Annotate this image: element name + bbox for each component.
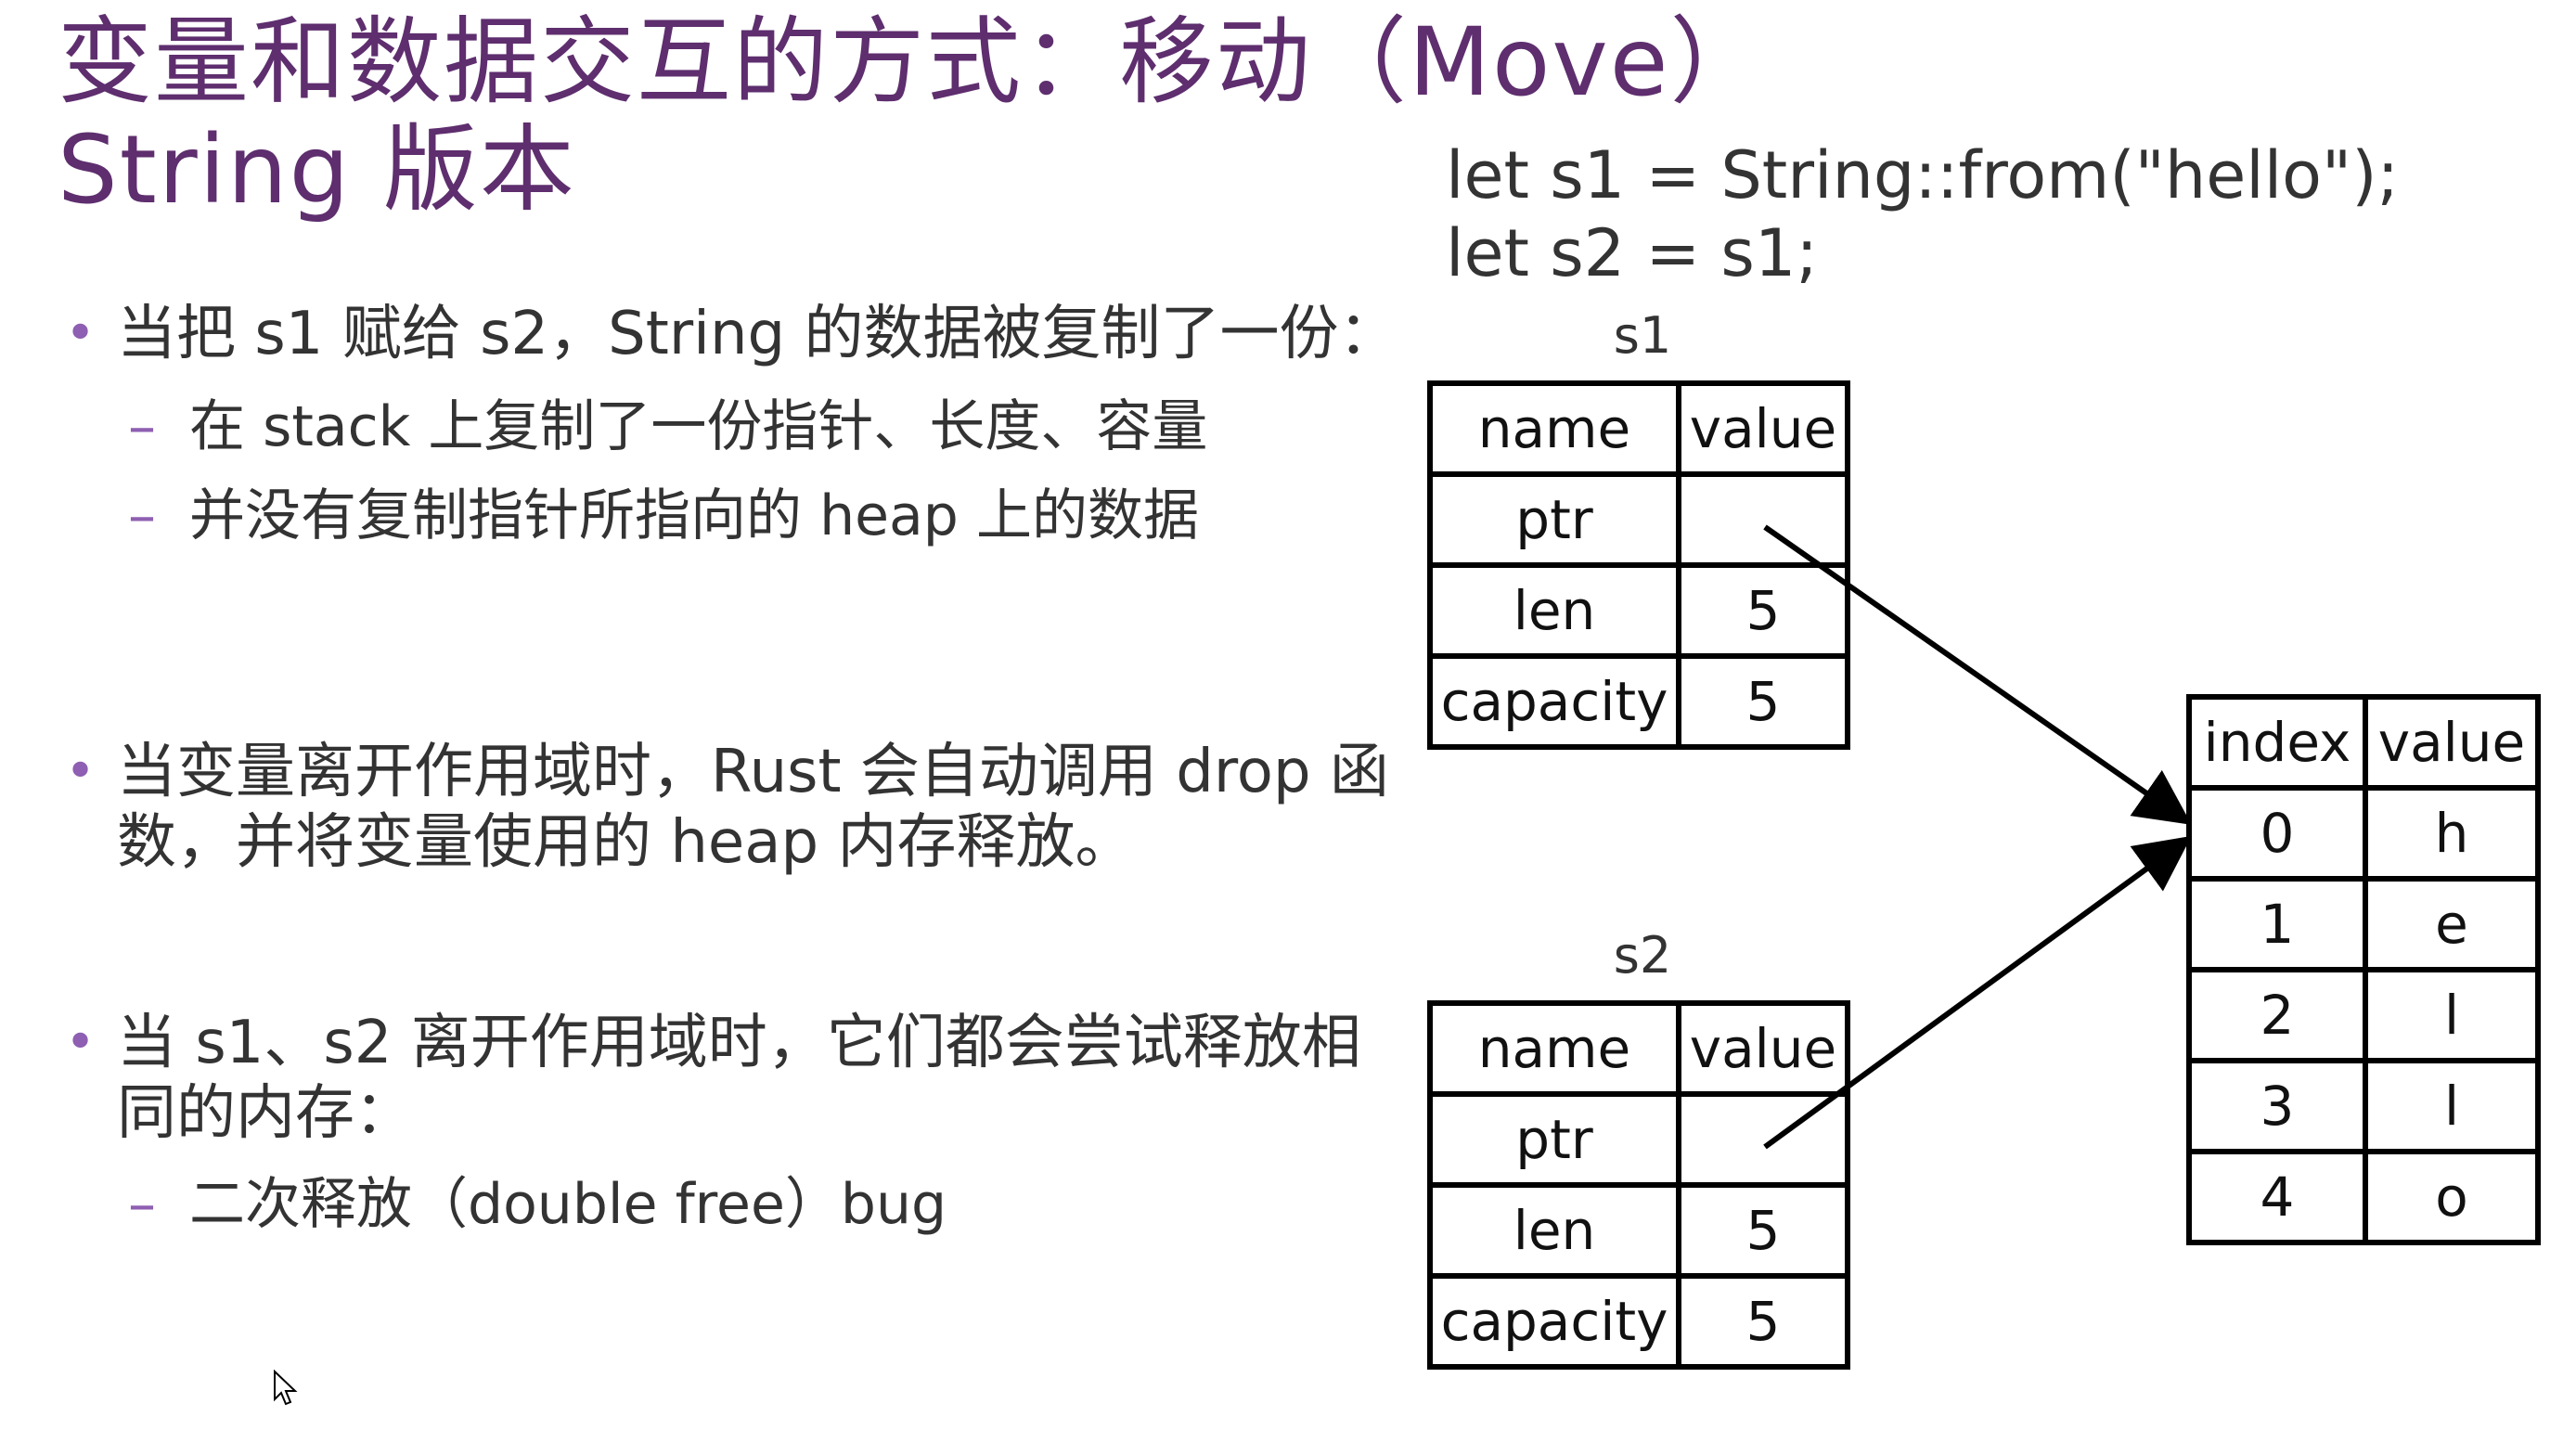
mouse-pointer-icon xyxy=(274,1370,298,1406)
s2-ptr-arrow xyxy=(1763,835,2192,1150)
s1-ptr-arrow xyxy=(1763,524,2192,825)
pointer-arrows xyxy=(1763,524,2192,1150)
